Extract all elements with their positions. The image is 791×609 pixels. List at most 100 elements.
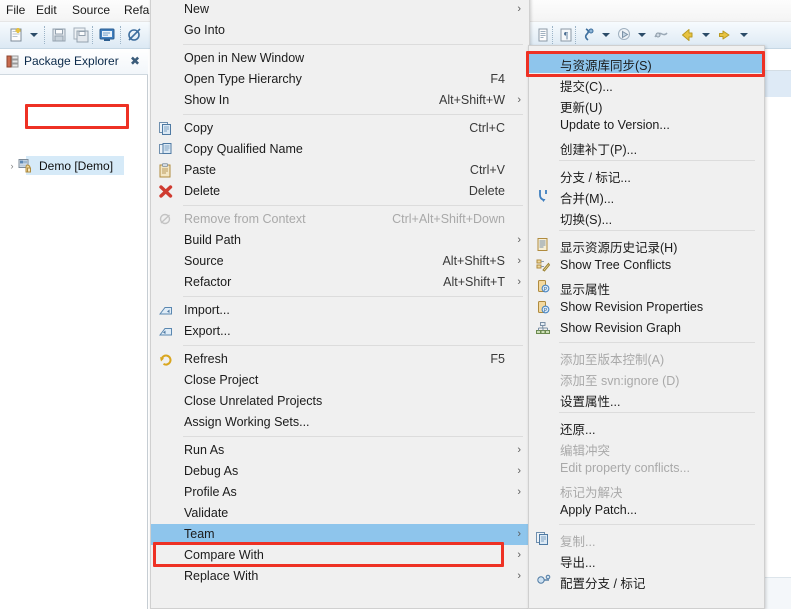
forward-arrow-icon[interactable] bbox=[716, 26, 734, 44]
menu-separator bbox=[183, 205, 523, 206]
submenu-item-label: 显示资源历史记录(H) bbox=[560, 241, 678, 255]
submenu-item-18[interactable]: 设置属性... bbox=[529, 388, 764, 409]
debug-dropdown-icon[interactable] bbox=[602, 33, 610, 37]
screenshot-root: File Edit Source Refa ¶ Package Explorer… bbox=[0, 0, 791, 609]
menu-item-shortcut: F5 bbox=[490, 352, 505, 366]
editor-selected-tab[interactable] bbox=[765, 71, 791, 97]
submenu-item-7[interactable]: 合并(M)... bbox=[529, 185, 764, 206]
package-explorer-tab[interactable]: Package Explorer ✖ bbox=[0, 49, 148, 75]
submenu-item-4[interactable]: 创建补丁(P)... bbox=[529, 136, 764, 157]
submenu-item-3[interactable]: Update to Version... bbox=[529, 115, 764, 136]
menu-item-close-project[interactable]: Close Project bbox=[151, 370, 531, 391]
menu-item-label: Debug As bbox=[184, 464, 239, 478]
submenu-item-20[interactable]: 还原... bbox=[529, 416, 764, 437]
delete-x-icon bbox=[158, 184, 174, 199]
menu-separator bbox=[183, 345, 523, 346]
submenu-separator bbox=[559, 230, 755, 231]
menu-item-refactor[interactable]: Refactor Alt+Shift+T › bbox=[151, 272, 531, 293]
editor-bottom-panel bbox=[765, 577, 791, 609]
menu-item-validate[interactable]: Validate bbox=[151, 503, 531, 524]
menu-file[interactable]: File bbox=[6, 3, 25, 17]
menu-item-assign-working-sets[interactable]: Assign Working Sets... bbox=[151, 412, 531, 433]
external-tools-icon[interactable] bbox=[652, 26, 670, 44]
menu-item-label: Open in New Window bbox=[184, 51, 305, 65]
submenu-item-13[interactable]: P Show Revision Properties bbox=[529, 297, 764, 318]
outline-icon[interactable] bbox=[534, 26, 552, 44]
submenu-item-24[interactable]: Apply Patch... bbox=[529, 500, 764, 521]
toolbar-separator-5 bbox=[575, 26, 576, 44]
svg-text:¶: ¶ bbox=[564, 31, 568, 41]
forward-dropdown-icon[interactable] bbox=[740, 33, 748, 37]
menu-item-profile-as[interactable]: Profile As › bbox=[151, 482, 531, 503]
menu-item-show-in[interactable]: Show In Alt+Shift+W › bbox=[151, 90, 531, 111]
menu-item-shortcut: Delete bbox=[468, 184, 505, 198]
new-wizard-dropdown-icon[interactable] bbox=[30, 33, 38, 37]
menu-item-source[interactable]: Source Alt+Shift+S › bbox=[151, 251, 531, 272]
save-icon[interactable] bbox=[50, 26, 68, 44]
export-icon bbox=[158, 324, 174, 339]
run-dropdown-icon[interactable] bbox=[638, 33, 646, 37]
submenu-item-27[interactable]: 导出... bbox=[529, 549, 764, 570]
submenu-item-2[interactable]: 更新(U) bbox=[529, 94, 764, 115]
console-icon[interactable] bbox=[98, 26, 116, 44]
submenu-item-28[interactable]: 配置分支 / 标记 bbox=[529, 570, 764, 591]
submenu-item-10[interactable]: 显示资源历史记录(H) bbox=[529, 234, 764, 255]
copy-qualified-icon bbox=[158, 142, 174, 157]
submenu-separator bbox=[559, 524, 755, 525]
copy-icon bbox=[158, 121, 174, 136]
menu-separator bbox=[183, 44, 523, 45]
menu-item-paste[interactable]: Paste Ctrl+V bbox=[151, 160, 531, 181]
submenu-item-8[interactable]: 切换(S)... bbox=[529, 206, 764, 227]
menu-item-label: Go Into bbox=[184, 23, 225, 37]
menu-item-label: Build Path bbox=[184, 233, 241, 247]
menu-item-label: Validate bbox=[184, 506, 229, 520]
submenu-arrow-icon: › bbox=[517, 570, 521, 582]
menu-item-new[interactable]: New › bbox=[151, 0, 531, 20]
menu-item-import[interactable]: Import... bbox=[151, 300, 531, 321]
submenu-item-23: 标记为解决 bbox=[529, 479, 764, 500]
menu-item-run-as[interactable]: Run As › bbox=[151, 440, 531, 461]
menu-item-export[interactable]: Export... bbox=[151, 321, 531, 342]
menu-item-label: Close Unrelated Projects bbox=[184, 394, 323, 408]
copy-icon bbox=[535, 531, 551, 546]
menu-item-copy[interactable]: Copy Ctrl+C bbox=[151, 118, 531, 139]
menu-item-debug-as[interactable]: Debug As › bbox=[151, 461, 531, 482]
menu-item-open-in-new-window[interactable]: Open in New Window bbox=[151, 48, 531, 69]
menu-source[interactable]: Source bbox=[72, 3, 110, 17]
menu-item-label: Refresh bbox=[184, 352, 228, 366]
menu-item-copy-qualified-name[interactable]: Copy Qualified Name bbox=[151, 139, 531, 160]
menu-edit[interactable]: Edit bbox=[36, 3, 57, 17]
menu-item-build-path[interactable]: Build Path › bbox=[151, 230, 531, 251]
menu-item-shortcut: Alt+Shift+S bbox=[442, 254, 505, 268]
menu-item-refresh[interactable]: Refresh F5 bbox=[151, 349, 531, 370]
close-icon[interactable]: ✖ bbox=[130, 54, 140, 68]
menu-item-delete[interactable]: Delete Delete bbox=[151, 181, 531, 202]
back-arrow-icon[interactable] bbox=[678, 26, 696, 44]
back-dropdown-icon[interactable] bbox=[702, 33, 710, 37]
configure-icon bbox=[535, 573, 551, 588]
submenu-arrow-icon: › bbox=[517, 549, 521, 561]
expander-icon[interactable]: › bbox=[6, 161, 18, 171]
submenu-arrow-icon: › bbox=[517, 234, 521, 246]
menu-item-open-type-hierarchy[interactable]: Open Type Hierarchy F4 bbox=[151, 69, 531, 90]
submenu-item-14[interactable]: Show Revision Graph bbox=[529, 318, 764, 339]
menu-refactor[interactable]: Refa bbox=[124, 3, 149, 17]
new-wizard-icon[interactable] bbox=[8, 26, 26, 44]
menu-item-label: Paste bbox=[184, 163, 216, 177]
debug-icon[interactable] bbox=[580, 26, 598, 44]
sync-with-repository-highlight-box bbox=[526, 51, 765, 77]
menu-item-replace-with[interactable]: Replace With › bbox=[151, 566, 531, 587]
save-all-icon[interactable] bbox=[72, 26, 90, 44]
skip-breakpoints-icon[interactable] bbox=[126, 26, 144, 44]
submenu-item-26: 复制... bbox=[529, 528, 764, 549]
menu-item-close-unrelated-projects[interactable]: Close Unrelated Projects bbox=[151, 391, 531, 412]
toggle-markup-icon[interactable]: ¶ bbox=[557, 26, 575, 44]
editor-tab-strip bbox=[765, 49, 791, 71]
submenu-item-12[interactable]: P 显示属性 bbox=[529, 276, 764, 297]
submenu-item-6[interactable]: 分支 / 标记... bbox=[529, 164, 764, 185]
run-icon[interactable] bbox=[616, 26, 634, 44]
submenu-item-11[interactable]: Show Tree Conflicts bbox=[529, 255, 764, 276]
merge-icon bbox=[535, 188, 551, 203]
tree-item-demo-project[interactable]: › Demo [Demo] bbox=[6, 156, 113, 176]
menu-item-go-into[interactable]: Go Into bbox=[151, 20, 531, 41]
